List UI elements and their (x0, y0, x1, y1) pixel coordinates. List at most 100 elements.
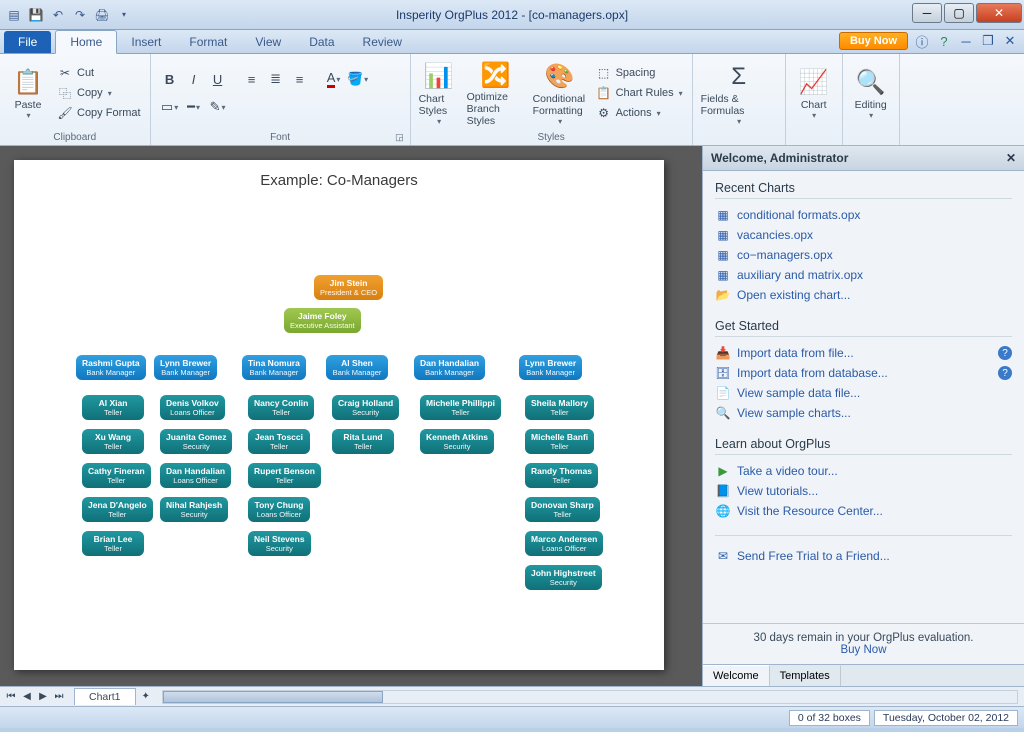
first-sheet-icon[interactable]: ⏮ (4, 691, 18, 702)
org-box[interactable]: Jena D'AngeloTeller (82, 497, 153, 522)
cut-button[interactable]: ✂Cut (54, 64, 144, 82)
info-icon[interactable]: ⓘ (914, 33, 930, 49)
spacing-button[interactable]: ⬚Spacing (593, 64, 686, 82)
tab-data[interactable]: Data (295, 31, 348, 53)
recent-chart-link[interactable]: ▦vacancies.opx (715, 225, 1012, 245)
resource-center-link[interactable]: 🌐Visit the Resource Center... (715, 501, 1012, 521)
file-tab[interactable]: File (4, 31, 51, 53)
chart-rules-button[interactable]: 📋Chart Rules▾ (593, 84, 686, 102)
org-box[interactable]: John HighstreetSecurity (525, 565, 602, 590)
mdi-close-icon[interactable]: ✕ (1002, 33, 1018, 49)
tab-insert[interactable]: Insert (117, 31, 175, 53)
prev-sheet-icon[interactable]: ◀ (20, 691, 34, 702)
align-right-button[interactable]: ≡ (289, 68, 311, 90)
panel-tab-templates[interactable]: Templates (770, 665, 841, 686)
help-badge-icon[interactable]: ? (998, 366, 1012, 380)
panel-close-icon[interactable]: ✕ (1006, 151, 1016, 165)
org-box[interactable]: Al ShenBank Manager (326, 355, 388, 380)
close-button[interactable]: ✕ (976, 3, 1022, 23)
new-sheet-icon[interactable]: ✦ (136, 691, 156, 702)
bold-button[interactable]: B (159, 68, 181, 90)
line-color-button[interactable]: ✎▾ (207, 96, 229, 118)
font-launcher-icon[interactable]: ◲ (395, 132, 404, 143)
org-box[interactable]: Nancy ConlinTeller (248, 395, 314, 420)
org-box[interactable]: Brian LeeTeller (82, 531, 144, 556)
buy-now-link[interactable]: Buy Now (711, 644, 1016, 656)
redo-icon[interactable]: ↷ (70, 5, 90, 25)
org-box[interactable]: Lynn BrewerBank Manager (154, 355, 217, 380)
org-box[interactable]: Sheila MalloryTeller (525, 395, 594, 420)
recent-chart-link[interactable]: ▦conditional formats.opx (715, 205, 1012, 225)
org-box[interactable]: Dan HandalianLoans Officer (160, 463, 231, 488)
import-db-link[interactable]: 🗄Import data from database...? (715, 363, 1012, 383)
horizontal-scrollbar[interactable] (162, 690, 1018, 704)
open-existing-link[interactable]: 📂Open existing chart... (715, 285, 1012, 305)
org-box[interactable]: Dan HandalianBank Manager (414, 355, 485, 380)
org-box[interactable]: Denis VolkovLoans Officer (160, 395, 225, 420)
panel-tab-welcome[interactable]: Welcome (703, 665, 770, 686)
underline-button[interactable]: U (207, 68, 229, 90)
org-box[interactable]: Al XianTeller (82, 395, 144, 420)
send-trial-link[interactable]: ✉Send Free Trial to a Friend... (715, 546, 1012, 566)
optimize-branch-button[interactable]: 🔀Optimize Branch Styles (465, 56, 527, 130)
recent-chart-link[interactable]: ▦auxiliary and matrix.opx (715, 265, 1012, 285)
fields-formulas-button[interactable]: ΣFields & Formulas▾ (699, 56, 779, 130)
tutorials-link[interactable]: 📘View tutorials... (715, 481, 1012, 501)
org-box[interactable]: Marco AndersenLoans Officer (525, 531, 603, 556)
buy-now-button[interactable]: Buy Now (839, 32, 908, 50)
org-box[interactable]: Randy ThomasTeller (525, 463, 598, 488)
org-box[interactable]: Kenneth AtkinsSecurity (420, 429, 494, 454)
font-color-button[interactable]: A▾ (323, 68, 345, 90)
sheet-tab[interactable]: Chart1 (74, 688, 136, 705)
undo-icon[interactable]: ↶ (48, 5, 68, 25)
align-center-button[interactable]: ≣ (265, 68, 287, 90)
org-box[interactable]: Nihal RahjeshSecurity (160, 497, 228, 522)
help-badge-icon[interactable]: ? (998, 346, 1012, 360)
org-box[interactable]: Lynn BrewerBank Manager (519, 355, 582, 380)
conditional-formatting-button[interactable]: 🎨Conditional Formatting▾ (531, 56, 589, 130)
video-tour-link[interactable]: ▶Take a video tour... (715, 461, 1012, 481)
help-icon[interactable]: ? (936, 33, 952, 49)
org-box[interactable]: Neil StevensSecurity (248, 531, 311, 556)
org-box[interactable]: Cathy FineranTeller (82, 463, 151, 488)
sample-charts-link[interactable]: 🔍View sample charts... (715, 403, 1012, 423)
mdi-restore-icon[interactable]: ❐ (980, 33, 996, 49)
maximize-button[interactable]: ▢ (944, 3, 974, 23)
org-box[interactable]: Juanita GomezSecurity (160, 429, 232, 454)
chart-canvas[interactable]: Example: Co-Managers Jim SteinPresident … (14, 160, 664, 670)
chart-button[interactable]: 📈Chart▾ (792, 56, 836, 130)
next-sheet-icon[interactable]: ▶ (36, 691, 50, 702)
org-box[interactable]: Xu WangTeller (82, 429, 144, 454)
app-icon[interactable]: ▤ (4, 5, 24, 25)
last-sheet-icon[interactable]: ⏭ (52, 691, 66, 702)
org-box[interactable]: Michelle PhillippiTeller (420, 395, 501, 420)
copy-button[interactable]: ⿻Copy▾ (54, 84, 144, 102)
canvas-pane[interactable]: Example: Co-Managers Jim SteinPresident … (0, 146, 702, 686)
editing-button[interactable]: 🔍Editing▾ (849, 56, 893, 130)
org-box[interactable]: Jaime FoleyExecutive Assistant (284, 308, 361, 333)
recent-chart-link[interactable]: ▦co−managers.opx (715, 245, 1012, 265)
tab-format[interactable]: Format (175, 31, 241, 53)
org-box[interactable]: Rashmi GuptaBank Manager (76, 355, 146, 380)
tab-review[interactable]: Review (349, 31, 416, 53)
sample-data-link[interactable]: 📄View sample data file... (715, 383, 1012, 403)
print-icon[interactable]: 🖨 (92, 5, 112, 25)
mdi-minimize-icon[interactable]: ─ (958, 33, 974, 49)
org-box[interactable]: Craig HollandSecurity (332, 395, 399, 420)
org-box[interactable]: Michelle BanfiTeller (525, 429, 594, 454)
border-style-button[interactable]: ▭▾ (159, 96, 181, 118)
tab-home[interactable]: Home (55, 30, 117, 54)
align-left-button[interactable]: ≡ (241, 68, 263, 90)
org-box[interactable]: Tina NomuraBank Manager (242, 355, 306, 380)
actions-button[interactable]: ⚙Actions▾ (593, 104, 686, 122)
org-box[interactable]: Donovan SharpTeller (525, 497, 600, 522)
italic-button[interactable]: I (183, 68, 205, 90)
org-box[interactable]: Rupert BensonTeller (248, 463, 321, 488)
minimize-button[interactable]: ─ (912, 3, 942, 23)
org-box[interactable]: Rita LundTeller (332, 429, 394, 454)
chart-styles-button[interactable]: 📊Chart Styles▾ (417, 56, 461, 130)
org-box[interactable]: Tony ChungLoans Officer (248, 497, 310, 522)
qat-customize-icon[interactable]: ▾ (114, 5, 134, 25)
save-icon[interactable]: 💾 (26, 5, 46, 25)
org-box[interactable]: Jim SteinPresident & CEO (314, 275, 383, 300)
